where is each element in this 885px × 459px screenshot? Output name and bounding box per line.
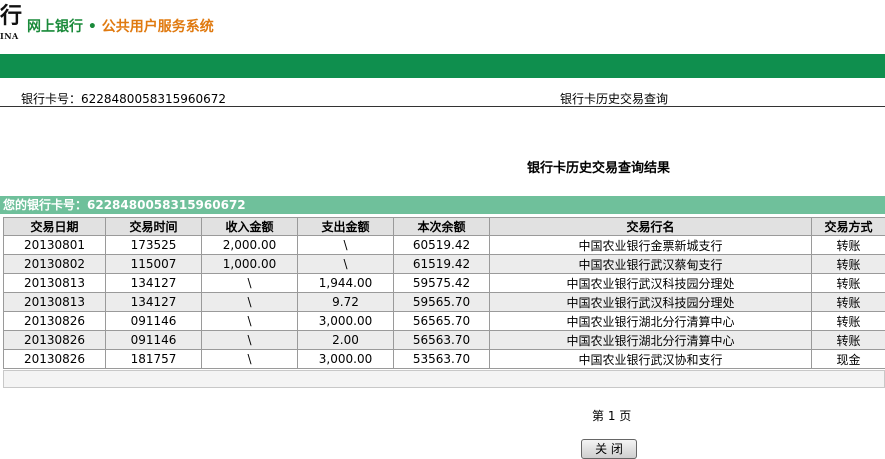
nav-bar [0, 54, 885, 78]
cell-income: 2,000.00 [202, 236, 298, 255]
col-header-balance: 本次余额 [394, 218, 490, 236]
table-row: 20130826 091146 \ 3,000.00 56565.70 中国农业… [4, 312, 885, 331]
header: 行 INA 网上银行 • 公共用户服务系统 [0, 0, 885, 54]
table-row: 20130826 181757 \ 3,000.00 53563.70 中国农业… [4, 350, 885, 369]
cell-income: \ [202, 331, 298, 350]
cell-time: 091146 [106, 312, 202, 331]
info-bar: 银行卡号：6228480058315960672 银行卡历史交易查询 [0, 86, 885, 107]
cell-balance: 56565.70 [394, 312, 490, 331]
cell-time: 173525 [106, 236, 202, 255]
cell-expense: \ [298, 255, 394, 274]
table-row: 20130813 134127 \ 9.72 59565.70 中国农业银行武汉… [4, 293, 885, 312]
table-row: 20130801 173525 2,000.00 \ 60519.42 中国农业… [4, 236, 885, 255]
cell-balance: 53563.70 [394, 350, 490, 369]
cell-balance: 59565.70 [394, 293, 490, 312]
system-title-dot: • [88, 19, 97, 35]
transaction-table: 交易日期 交易时间 收入金额 支出金额 本次余额 交易行名 交易方式 20130… [3, 217, 885, 369]
cell-method: 现金 [812, 350, 885, 369]
cell-balance: 60519.42 [394, 236, 490, 255]
table-row: 20130813 134127 \ 1,944.00 59575.42 中国农业… [4, 274, 885, 293]
cell-expense: 3,000.00 [298, 312, 394, 331]
cell-time: 134127 [106, 274, 202, 293]
cell-balance: 61519.42 [394, 255, 490, 274]
cell-date: 20130826 [4, 331, 106, 350]
cell-time: 181757 [106, 350, 202, 369]
cell-income: 1,000.00 [202, 255, 298, 274]
page-name: 银行卡历史交易查询 [560, 90, 668, 107]
cell-income: \ [202, 350, 298, 369]
cell-balance: 59575.42 [394, 274, 490, 293]
cell-method: 转账 [812, 255, 885, 274]
cell-date: 20130826 [4, 312, 106, 331]
card-number-label: 银行卡号：6228480058315960672 [21, 90, 226, 107]
bank-logo-subtext: INA [0, 31, 19, 41]
cell-method: 转账 [812, 236, 885, 255]
table-header-row: 交易日期 交易时间 收入金额 支出金额 本次余额 交易行名 交易方式 [4, 218, 885, 236]
cell-branch: 中国农业银行湖北分行清算中心 [490, 312, 812, 331]
cell-time: 115007 [106, 255, 202, 274]
cell-date: 20130813 [4, 293, 106, 312]
cell-time: 091146 [106, 331, 202, 350]
cell-branch: 中国农业银行武汉科技园分理处 [490, 293, 812, 312]
cell-method: 转账 [812, 312, 885, 331]
cell-income: \ [202, 312, 298, 331]
pagination-info: 第 1 页 [592, 407, 631, 424]
bank-logo: 行 [0, 0, 22, 30]
cell-date: 20130801 [4, 236, 106, 255]
col-header-income: 收入金额 [202, 218, 298, 236]
table-footer [3, 370, 885, 388]
table-row: 20130826 091146 \ 2.00 56563.70 中国农业银行湖北… [4, 331, 885, 350]
cell-date: 20130802 [4, 255, 106, 274]
col-header-expense: 支出金额 [298, 218, 394, 236]
cell-expense: 9.72 [298, 293, 394, 312]
cell-branch: 中国农业银行武汉科技园分理处 [490, 274, 812, 293]
cell-branch: 中国农业银行金票新城支行 [490, 236, 812, 255]
cell-expense: 1,944.00 [298, 274, 394, 293]
cell-expense: 3,000.00 [298, 350, 394, 369]
col-header-method: 交易方式 [812, 218, 885, 236]
result-title: 银行卡历史交易查询结果 [527, 157, 670, 176]
system-title-part1: 网上银行 [27, 19, 83, 35]
cell-expense: \ [298, 236, 394, 255]
cell-income: \ [202, 274, 298, 293]
cell-date: 20130813 [4, 274, 106, 293]
account-bar: 您的银行卡号：6228480058315960672 [0, 196, 885, 214]
system-title-part2: 公共用户服务系统 [102, 19, 214, 35]
cell-balance: 56563.70 [394, 331, 490, 350]
col-header-date: 交易日期 [4, 218, 106, 236]
col-header-branch: 交易行名 [490, 218, 812, 236]
col-header-time: 交易时间 [106, 218, 202, 236]
cell-branch: 中国农业银行武汉蔡甸支行 [490, 255, 812, 274]
system-title: 网上银行 • 公共用户服务系统 [27, 16, 214, 36]
cell-method: 转账 [812, 274, 885, 293]
cell-branch: 中国农业银行湖北分行清算中心 [490, 331, 812, 350]
cell-income: \ [202, 293, 298, 312]
cell-branch: 中国农业银行武汉协和支行 [490, 350, 812, 369]
table-row: 20130802 115007 1,000.00 \ 61519.42 中国农业… [4, 255, 885, 274]
cell-time: 134127 [106, 293, 202, 312]
cell-expense: 2.00 [298, 331, 394, 350]
close-button[interactable]: 关 闭 [581, 439, 637, 459]
cell-date: 20130826 [4, 350, 106, 369]
cell-method: 转账 [812, 293, 885, 312]
cell-method: 转账 [812, 331, 885, 350]
